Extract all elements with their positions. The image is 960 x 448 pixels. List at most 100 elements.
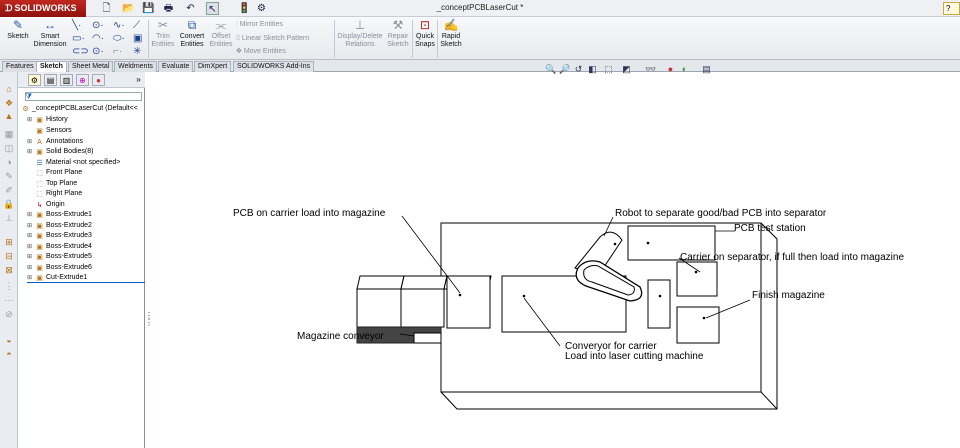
horizontal-icon[interactable]: ⋯ [3, 294, 15, 306]
tab-evaluate[interactable]: Evaluate [158, 61, 194, 72]
tree-item-origin[interactable]: ↳ Origin [27, 200, 65, 210]
extrude-icon: ▣ [36, 244, 43, 251]
expand-icon[interactable]: ⊞ [27, 242, 35, 252]
appearances-icon[interactable]: ◑ [3, 156, 15, 168]
coincident-icon[interactable]: ◓ [3, 348, 15, 360]
tab-sheet-metal[interactable]: Sheet Metal [68, 61, 114, 72]
expand-icon[interactable]: ⊞ [27, 273, 35, 283]
annotation-robot[interactable]: Robot to separate good/bad PCB into sepa… [615, 208, 826, 219]
home-icon[interactable]: ⌂ [3, 83, 15, 95]
ellipse-tool-icon[interactable]: ⬭· [113, 33, 125, 44]
expand-icon[interactable]: ⊞ [27, 252, 35, 262]
rapid-sketch-button[interactable]: ✍ Rapid Sketch [439, 19, 463, 49]
design-library-icon[interactable]: ▲ [3, 110, 15, 122]
tab-features[interactable]: Features [2, 61, 38, 72]
extrude-icon: ▣ [36, 212, 43, 219]
tangent-icon[interactable]: ◒ [3, 334, 15, 346]
move-entities-button[interactable]: ✥ Move Entities [236, 47, 286, 56]
rectangle-tool-icon[interactable]: ▭· [72, 33, 85, 44]
dimxpert-tab-icon[interactable]: ⊕ [76, 74, 89, 86]
annotation-pcb-load[interactable]: PCB on carrier load into magazine [233, 208, 385, 219]
feature-manager-tab-icon[interactable]: ⚙ [28, 74, 41, 86]
custom-properties-icon[interactable]: ✎ [3, 170, 15, 182]
tree-item-material[interactable]: ☰ Material <not specified> [27, 158, 120, 168]
tab-weldments[interactable]: Weldments [114, 61, 157, 72]
separator[interactable] [647, 279, 671, 329]
tree-item-boss-extrude4[interactable]: ⊞ ▣ Boss-Extrude4 [27, 242, 92, 252]
tree-item-front-plane[interactable]: ⬚ Front Plane [27, 168, 82, 178]
annotation-test-station[interactable]: PCB test station [734, 223, 806, 234]
centerline-tool-icon[interactable]: ⟋ [133, 20, 140, 31]
tree-item-sensors[interactable]: ▣ Sensors [27, 126, 72, 136]
smart-dimension-button[interactable]: ↔ Smart Dimension [33, 19, 67, 49]
tree-root[interactable]: ⚙ _conceptPCBLaserCut (Default<< [21, 104, 137, 114]
trim-entities-button[interactable]: ✂ Trim Entities [150, 19, 176, 49]
vertical-icon[interactable]: ⊘ [3, 308, 15, 320]
measure-icon[interactable]: ⟂ [3, 212, 15, 224]
tree-item-boss-extrude5[interactable]: ⊞ ▣ Boss-Extrude5 [27, 252, 92, 262]
magazine-load[interactable] [443, 275, 492, 329]
resources-icon[interactable]: ❖ [3, 97, 15, 109]
expand-tabs-icon[interactable]: » [132, 74, 145, 86]
sketch-relations-icon[interactable]: ⊞ [3, 236, 15, 248]
configuration-tab-icon[interactable]: ▥ [60, 74, 73, 86]
tree-item-boss-extrude2[interactable]: ⊞ ▣ Boss-Extrude2 [27, 221, 92, 231]
graphics-area[interactable]: PCB on carrier load into magazine Robot … [149, 72, 960, 448]
tree-item-right-plane[interactable]: ⬚ Right Plane [27, 189, 82, 199]
search-help-box[interactable]: ? [943, 2, 960, 15]
circle-tool-icon[interactable]: ⊙· [92, 20, 104, 31]
annotation-carrier-separator[interactable]: Carrier on separator, if full then load … [680, 252, 904, 263]
forum-icon[interactable]: ✐ [3, 184, 15, 196]
tree-item-annotations[interactable]: ⊞ A Annotations [27, 137, 83, 147]
magazine-conveyor-box-1[interactable] [356, 275, 405, 328]
lock-icon[interactable]: 🔒 [3, 198, 15, 210]
expand-icon[interactable]: ⊞ [27, 221, 35, 231]
expand-icon[interactable]: ⊞ [27, 147, 35, 157]
expand-icon[interactable]: ⊞ [27, 115, 35, 125]
display-delete-relations-button[interactable]: ⊥ Display/Delete Relations [336, 19, 384, 49]
display-manager-tab-icon[interactable]: ● [92, 74, 105, 86]
line-tool-icon[interactable]: ╲· [72, 20, 81, 31]
tree-filter-input[interactable]: ⧩ [25, 92, 142, 101]
mirror-entities-button[interactable]: ⫶ Mirror Entities [236, 20, 283, 29]
view-palette-icon[interactable]: ◫ [3, 142, 15, 154]
tree-item-cut-extrude1[interactable]: ⊞ ▣ Cut-Extrude1 [27, 273, 145, 283]
tree-item-boss-extrude1[interactable]: ⊞ ▣ Boss-Extrude1 [27, 210, 92, 220]
expand-icon[interactable]: ⊞ [27, 137, 35, 147]
expand-icon[interactable]: ⊞ [27, 231, 35, 241]
polygon-tool-icon[interactable]: ⊙· [92, 46, 104, 57]
tree-item-boss-extrude3[interactable]: ⊞ ▣ Boss-Extrude3 [27, 231, 92, 241]
file-explorer-icon[interactable]: ▦ [3, 128, 15, 140]
expand-icon[interactable]: ⊞ [27, 210, 35, 220]
expand-icon[interactable]: ⊞ [27, 263, 35, 273]
fillet-tool-icon[interactable]: ⌐· [113, 46, 122, 57]
tree-item-solid-bodies[interactable]: ⊞ ▣ Solid Bodies(8) [27, 147, 93, 157]
fix-icon[interactable]: ⊠ [3, 264, 15, 276]
tree-item-boss-extrude6[interactable]: ⊞ ▣ Boss-Extrude6 [27, 263, 92, 273]
spline-tool-icon[interactable]: ∿· [113, 20, 125, 31]
tab-addins[interactable]: SOLIDWORKS Add-Ins [233, 61, 315, 72]
annotation-magazine-conveyor[interactable]: Magazine conveyor [297, 331, 384, 342]
point-tool-icon[interactable]: ▣ [133, 33, 142, 44]
tab-sketch[interactable]: Sketch [36, 61, 67, 72]
repair-sketch-button[interactable]: ⚒ Repair Sketch [386, 19, 410, 49]
property-manager-tab-icon[interactable]: ▤ [44, 74, 57, 86]
offset-entities-button[interactable]: ⫘ Offset Entities [208, 19, 234, 49]
tree-item-history[interactable]: ⊞ ▣ History [27, 115, 68, 125]
magazine-conveyor-box-2[interactable] [400, 275, 448, 328]
quick-snaps-button[interactable]: ⊡ Quick Snaps [414, 19, 436, 49]
tree-item-top-plane[interactable]: ⬚ Top Plane [27, 179, 77, 189]
linear-pattern-button[interactable]: ⁞⁞ Linear Sketch Pattern [236, 34, 309, 43]
finish-magazine[interactable] [676, 306, 720, 344]
annotation-finish-magazine[interactable]: Finish magazine [752, 290, 825, 301]
slot-tool-icon[interactable]: ⊂⊃ [72, 46, 89, 57]
text-tool-icon[interactable]: ✳ [133, 46, 141, 57]
annotation-load-laser[interactable]: Load into laser cutting machine [565, 351, 703, 362]
tab-dimxpert[interactable]: DimXpert [194, 61, 232, 72]
carrier-magazine[interactable] [676, 261, 718, 297]
convert-entities-button[interactable]: ⧉ Convert Entities [177, 19, 207, 49]
arc-tool-icon[interactable]: ◠· [92, 33, 104, 44]
sketch-button[interactable]: ✎ Sketch [4, 19, 32, 41]
align-icon[interactable]: ⋮ [3, 280, 15, 292]
add-relation-icon[interactable]: ⊟ [3, 250, 15, 262]
